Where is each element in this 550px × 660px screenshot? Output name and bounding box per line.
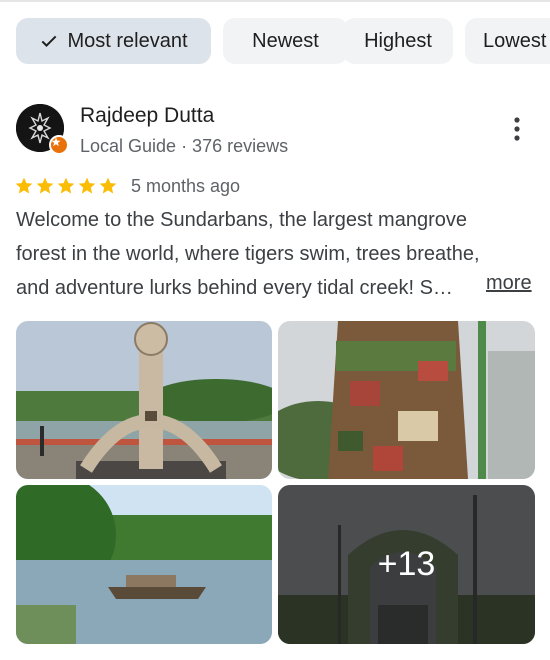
review-text-line: forest in the world, where tigers swim, …	[16, 243, 480, 265]
chip-label: Newest	[252, 29, 319, 52]
review-photo-watchtower[interactable]	[278, 321, 535, 479]
chip-highest[interactable]: Highest	[343, 18, 453, 64]
reviewer-meta: Local Guide · 376 reviews	[80, 136, 289, 156]
star-rating	[14, 176, 119, 196]
review-text-line: Welcome to the Sundarbans, the largest m…	[16, 209, 467, 231]
review-text: Welcome to the Sundarbans, the largest m…	[16, 203, 536, 305]
star-icon	[15, 177, 33, 194]
star-icon	[99, 177, 117, 194]
sort-chips: Most relevant Newest Highest Lowest	[16, 18, 550, 64]
top-divider	[0, 0, 550, 2]
review-photo-monument[interactable]	[16, 321, 272, 479]
more-options-icon[interactable]	[506, 116, 528, 144]
chip-label: Most relevant	[67, 29, 188, 52]
more-photos-count[interactable]: +13	[278, 485, 535, 644]
reviewer-name[interactable]: Rajdeep Dutta	[80, 104, 214, 128]
star-icon	[57, 177, 75, 194]
review-photo-river-boat[interactable]	[16, 485, 272, 644]
avatar[interactable]	[16, 104, 69, 155]
check-icon	[42, 35, 57, 47]
review-photo-gateway[interactable]: +13	[278, 485, 535, 644]
star-icon	[36, 177, 54, 194]
review-text-line: and adventure lurks behind every tidal c…	[16, 277, 453, 299]
chip-most-relevant[interactable]: Most relevant	[16, 18, 211, 64]
chip-label: Lowest	[483, 29, 547, 52]
local-guide-star-icon	[49, 135, 69, 155]
rating-row: 5 months ago	[14, 174, 240, 198]
chip-newest[interactable]: Newest	[223, 18, 348, 64]
star-icon	[78, 177, 96, 194]
review-time: 5 months ago	[131, 175, 241, 196]
chip-lowest[interactable]: Lowest	[465, 18, 550, 64]
chip-label: Highest	[364, 29, 432, 52]
more-link[interactable]: more	[486, 272, 532, 295]
